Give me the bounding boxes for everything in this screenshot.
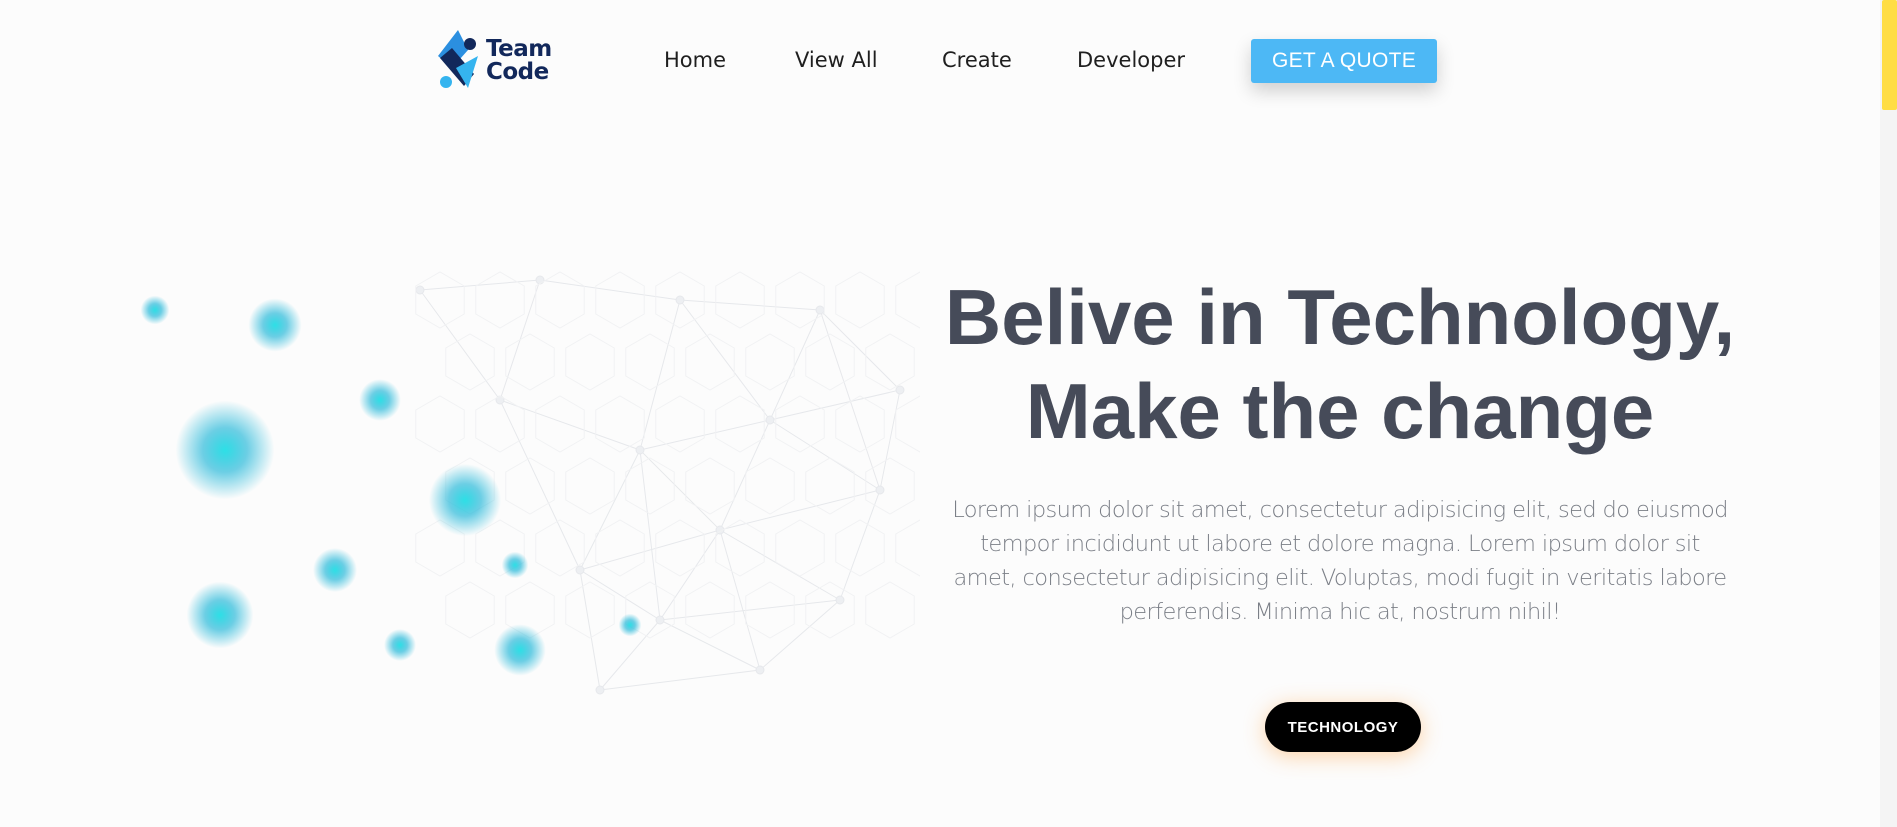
nav-view-all[interactable]: View All xyxy=(795,48,878,72)
hero-illustration xyxy=(120,270,920,696)
logo-line-2: Code xyxy=(486,59,549,85)
abstract-stars-icon xyxy=(140,271,920,695)
logo-line-1: Team xyxy=(486,36,552,62)
top-navbar: Team Code Home View All Create Developer… xyxy=(0,0,1880,120)
nav-home[interactable]: Home xyxy=(664,48,726,72)
get-a-quote-button[interactable]: GET A QUOTE xyxy=(1251,39,1437,83)
logo-icon xyxy=(438,30,478,88)
scrollbar-track[interactable] xyxy=(1880,0,1897,827)
logo-wordmark: Team Code xyxy=(486,38,552,84)
hero-title: Belive in Technology, Make the change xyxy=(930,270,1750,458)
hero-title-line-1: Belive in Technology, xyxy=(944,273,1736,361)
hero-description: Lorem ipsum dolor sit amet, consectetur … xyxy=(952,497,1728,625)
scrollbar-thumb[interactable] xyxy=(1882,0,1897,110)
nav-create[interactable]: Create xyxy=(942,48,1012,72)
nav-developer[interactable]: Developer xyxy=(1077,48,1185,72)
technology-button[interactable]: TECHNOLOGY xyxy=(1265,702,1421,752)
brand-logo[interactable]: Team Code xyxy=(434,28,554,94)
hero-title-line-2: Make the change xyxy=(1025,367,1655,455)
